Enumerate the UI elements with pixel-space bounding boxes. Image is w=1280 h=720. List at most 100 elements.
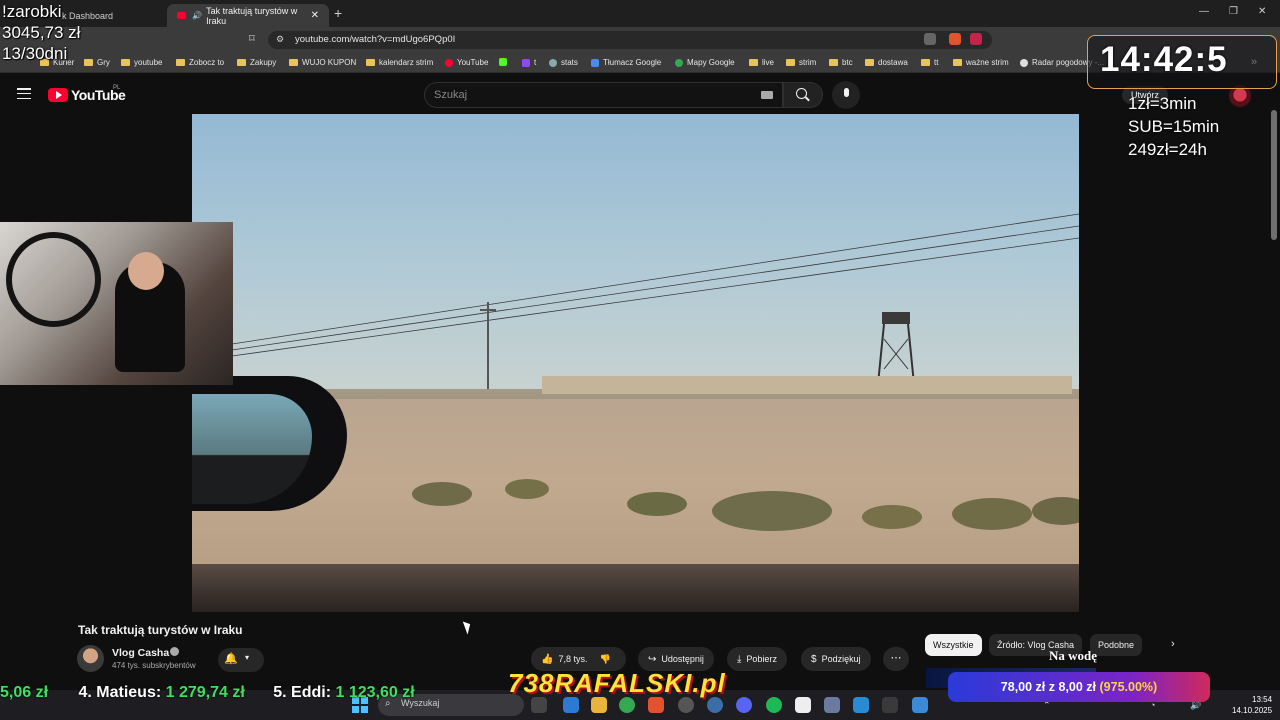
chip-related[interactable]: Podobne: [1090, 634, 1143, 656]
search-icon: [796, 88, 807, 99]
streamer-head: [128, 252, 164, 290]
bookmark-youtube[interactable]: YouTube: [445, 58, 488, 67]
app-icon[interactable]: [882, 697, 898, 713]
download-label: Pobierz: [746, 654, 777, 664]
keyboard-icon[interactable]: [761, 91, 773, 99]
bookmark-kick[interactable]: [499, 58, 511, 66]
rewards-icon[interactable]: [970, 33, 982, 45]
brave-shield-icon[interactable]: [949, 33, 961, 45]
bookmark-kalendarz-strim[interactable]: kalendarz strim: [366, 58, 433, 67]
brave-icon[interactable]: [648, 697, 664, 713]
thanks-button[interactable]: $ Podziękuj: [801, 647, 871, 671]
bookmark-strim[interactable]: strim: [786, 58, 816, 67]
bookmark-twitch[interactable]: t: [522, 58, 536, 67]
more-actions-button[interactable]: ⋯: [883, 647, 909, 671]
app-icon[interactable]: [707, 697, 723, 713]
bicycle-wheel: [6, 232, 101, 327]
file-explorer-icon[interactable]: [591, 697, 607, 713]
folder-icon: [829, 59, 838, 66]
video-player[interactable]: [192, 114, 1079, 612]
folder-icon: [786, 59, 795, 66]
speaker-icon[interactable]: 🔊: [192, 11, 202, 20]
goal-percent: (975.00%): [1099, 680, 1158, 694]
task-view-icon[interactable]: [531, 697, 547, 713]
share-icon: ↪: [648, 653, 657, 665]
minimize-button[interactable]: —: [1199, 6, 1209, 17]
cast-icon[interactable]: [924, 33, 936, 45]
notepad-icon[interactable]: [912, 697, 928, 713]
translate-icon: [591, 58, 599, 67]
bookmark-label: tt: [934, 58, 939, 67]
bookmark-label: dostawa: [878, 58, 908, 67]
url-text[interactable]: youtube.com/watch?v=mdUgo6PQp0I: [295, 34, 455, 45]
chevron-right-icon[interactable]: ›: [1171, 638, 1175, 650]
app-icon[interactable]: [853, 697, 869, 713]
bookmark-gry[interactable]: Gry: [84, 58, 110, 67]
discord-icon[interactable]: [736, 697, 752, 713]
goal-separator: z: [1048, 680, 1056, 694]
rank-amount: 1 279,74 zł: [165, 684, 245, 701]
new-tab-button[interactable]: +: [334, 5, 342, 21]
rank-name: 5. Eddi:: [273, 684, 332, 701]
bookmark-btc[interactable]: btc: [829, 58, 853, 67]
bookmark-label: YouTube: [457, 58, 489, 67]
region-label: PL: [113, 85, 121, 91]
bookmark-label: Mapy Google: [687, 58, 735, 67]
timer-overlay: 14:42:5: [1100, 40, 1228, 79]
youtube-icon: [445, 58, 453, 67]
bookmark-youtube-folder[interactable]: youtube: [121, 58, 162, 67]
bookmark-label: btc: [842, 58, 853, 67]
close-window-button[interactable]: ✕: [1258, 6, 1266, 17]
chrome-icon[interactable]: [619, 697, 635, 713]
thumbs-down-icon[interactable]: 👎: [599, 654, 610, 665]
goal-target: 8,00 zł: [1058, 680, 1097, 694]
bookmark-label: Tłumacz Google: [603, 58, 662, 67]
bookmark-dostawa[interactable]: dostawa: [865, 58, 908, 67]
bookmark-label: kalendarz strim: [379, 58, 434, 67]
download-button[interactable]: ⤓ Pobierz: [727, 647, 787, 671]
stats-icon: [549, 58, 557, 67]
earnings-days: 13/30dni: [2, 44, 68, 63]
power-lines: [231, 213, 1079, 404]
donor-ranking-ticker: 5,06 zł 4. Matieus: 1 279,74 zł 5. Eddi:…: [0, 684, 415, 702]
thanks-icon: $: [811, 653, 817, 665]
close-tab-icon[interactable]: ✕: [311, 10, 319, 21]
chip-all[interactable]: Wszystkie: [925, 634, 982, 656]
earnings-amount: 3045,73 zł: [2, 23, 81, 42]
folder-icon: [289, 59, 298, 66]
bookmark-mapy-google[interactable]: Mapy Google: [675, 58, 735, 67]
folder-icon: [121, 59, 130, 66]
earnings-command: !zarobki: [2, 2, 62, 21]
bookmark-tt[interactable]: tt: [921, 58, 938, 67]
bookmark-stats[interactable]: stats: [549, 58, 578, 67]
rate-line: 1zł=3min: [1128, 94, 1197, 113]
menu-icon[interactable]: [17, 88, 31, 100]
calculator-icon[interactable]: [824, 697, 840, 713]
widgets-icon[interactable]: [563, 697, 579, 713]
restore-button[interactable]: ❐: [1229, 6, 1238, 17]
bookmark-wazne-strim[interactable]: ważne strim: [953, 58, 1009, 67]
youtube-favicon-icon: [177, 12, 187, 19]
bookmark-zakupy[interactable]: Zakupy: [237, 58, 276, 67]
bookmark-wujo-kupon[interactable]: WUJO KUPON: [289, 58, 356, 67]
bookmark-label: ważne strim: [966, 58, 1009, 67]
folder-icon: [237, 59, 246, 66]
bookmark-zobocz-to[interactable]: Zobocz to: [176, 58, 224, 67]
channel-subscribers: 474 tys. subskrybentów: [112, 661, 196, 670]
tab-youtube-video[interactable]: 🔊 Tak traktują turystów w Iraku ✕: [167, 4, 329, 27]
spotify-icon[interactable]: [766, 697, 782, 713]
obs-icon[interactable]: [678, 697, 694, 713]
page-scrollbar[interactable]: [1271, 110, 1277, 240]
taskbar-clock[interactable]: 13:54 14.10.2025: [1232, 694, 1272, 716]
channel-name[interactable]: Vlog Casha: [112, 647, 169, 659]
channel-avatar[interactable]: [77, 645, 104, 672]
bookmark-tlumacz-google[interactable]: Tłumacz Google: [591, 58, 661, 67]
webcam-overlay: [0, 222, 233, 385]
verified-icon: [170, 647, 179, 656]
clock-date: 14.10.2025: [1232, 706, 1273, 715]
site-settings-icon[interactable]: ⚙: [276, 34, 284, 45]
search-input[interactable]: [424, 82, 783, 108]
bookmark-live[interactable]: live: [749, 58, 774, 67]
app-icon[interactable]: [795, 697, 811, 713]
bookmark-icon[interactable]: ⌑: [249, 32, 255, 45]
